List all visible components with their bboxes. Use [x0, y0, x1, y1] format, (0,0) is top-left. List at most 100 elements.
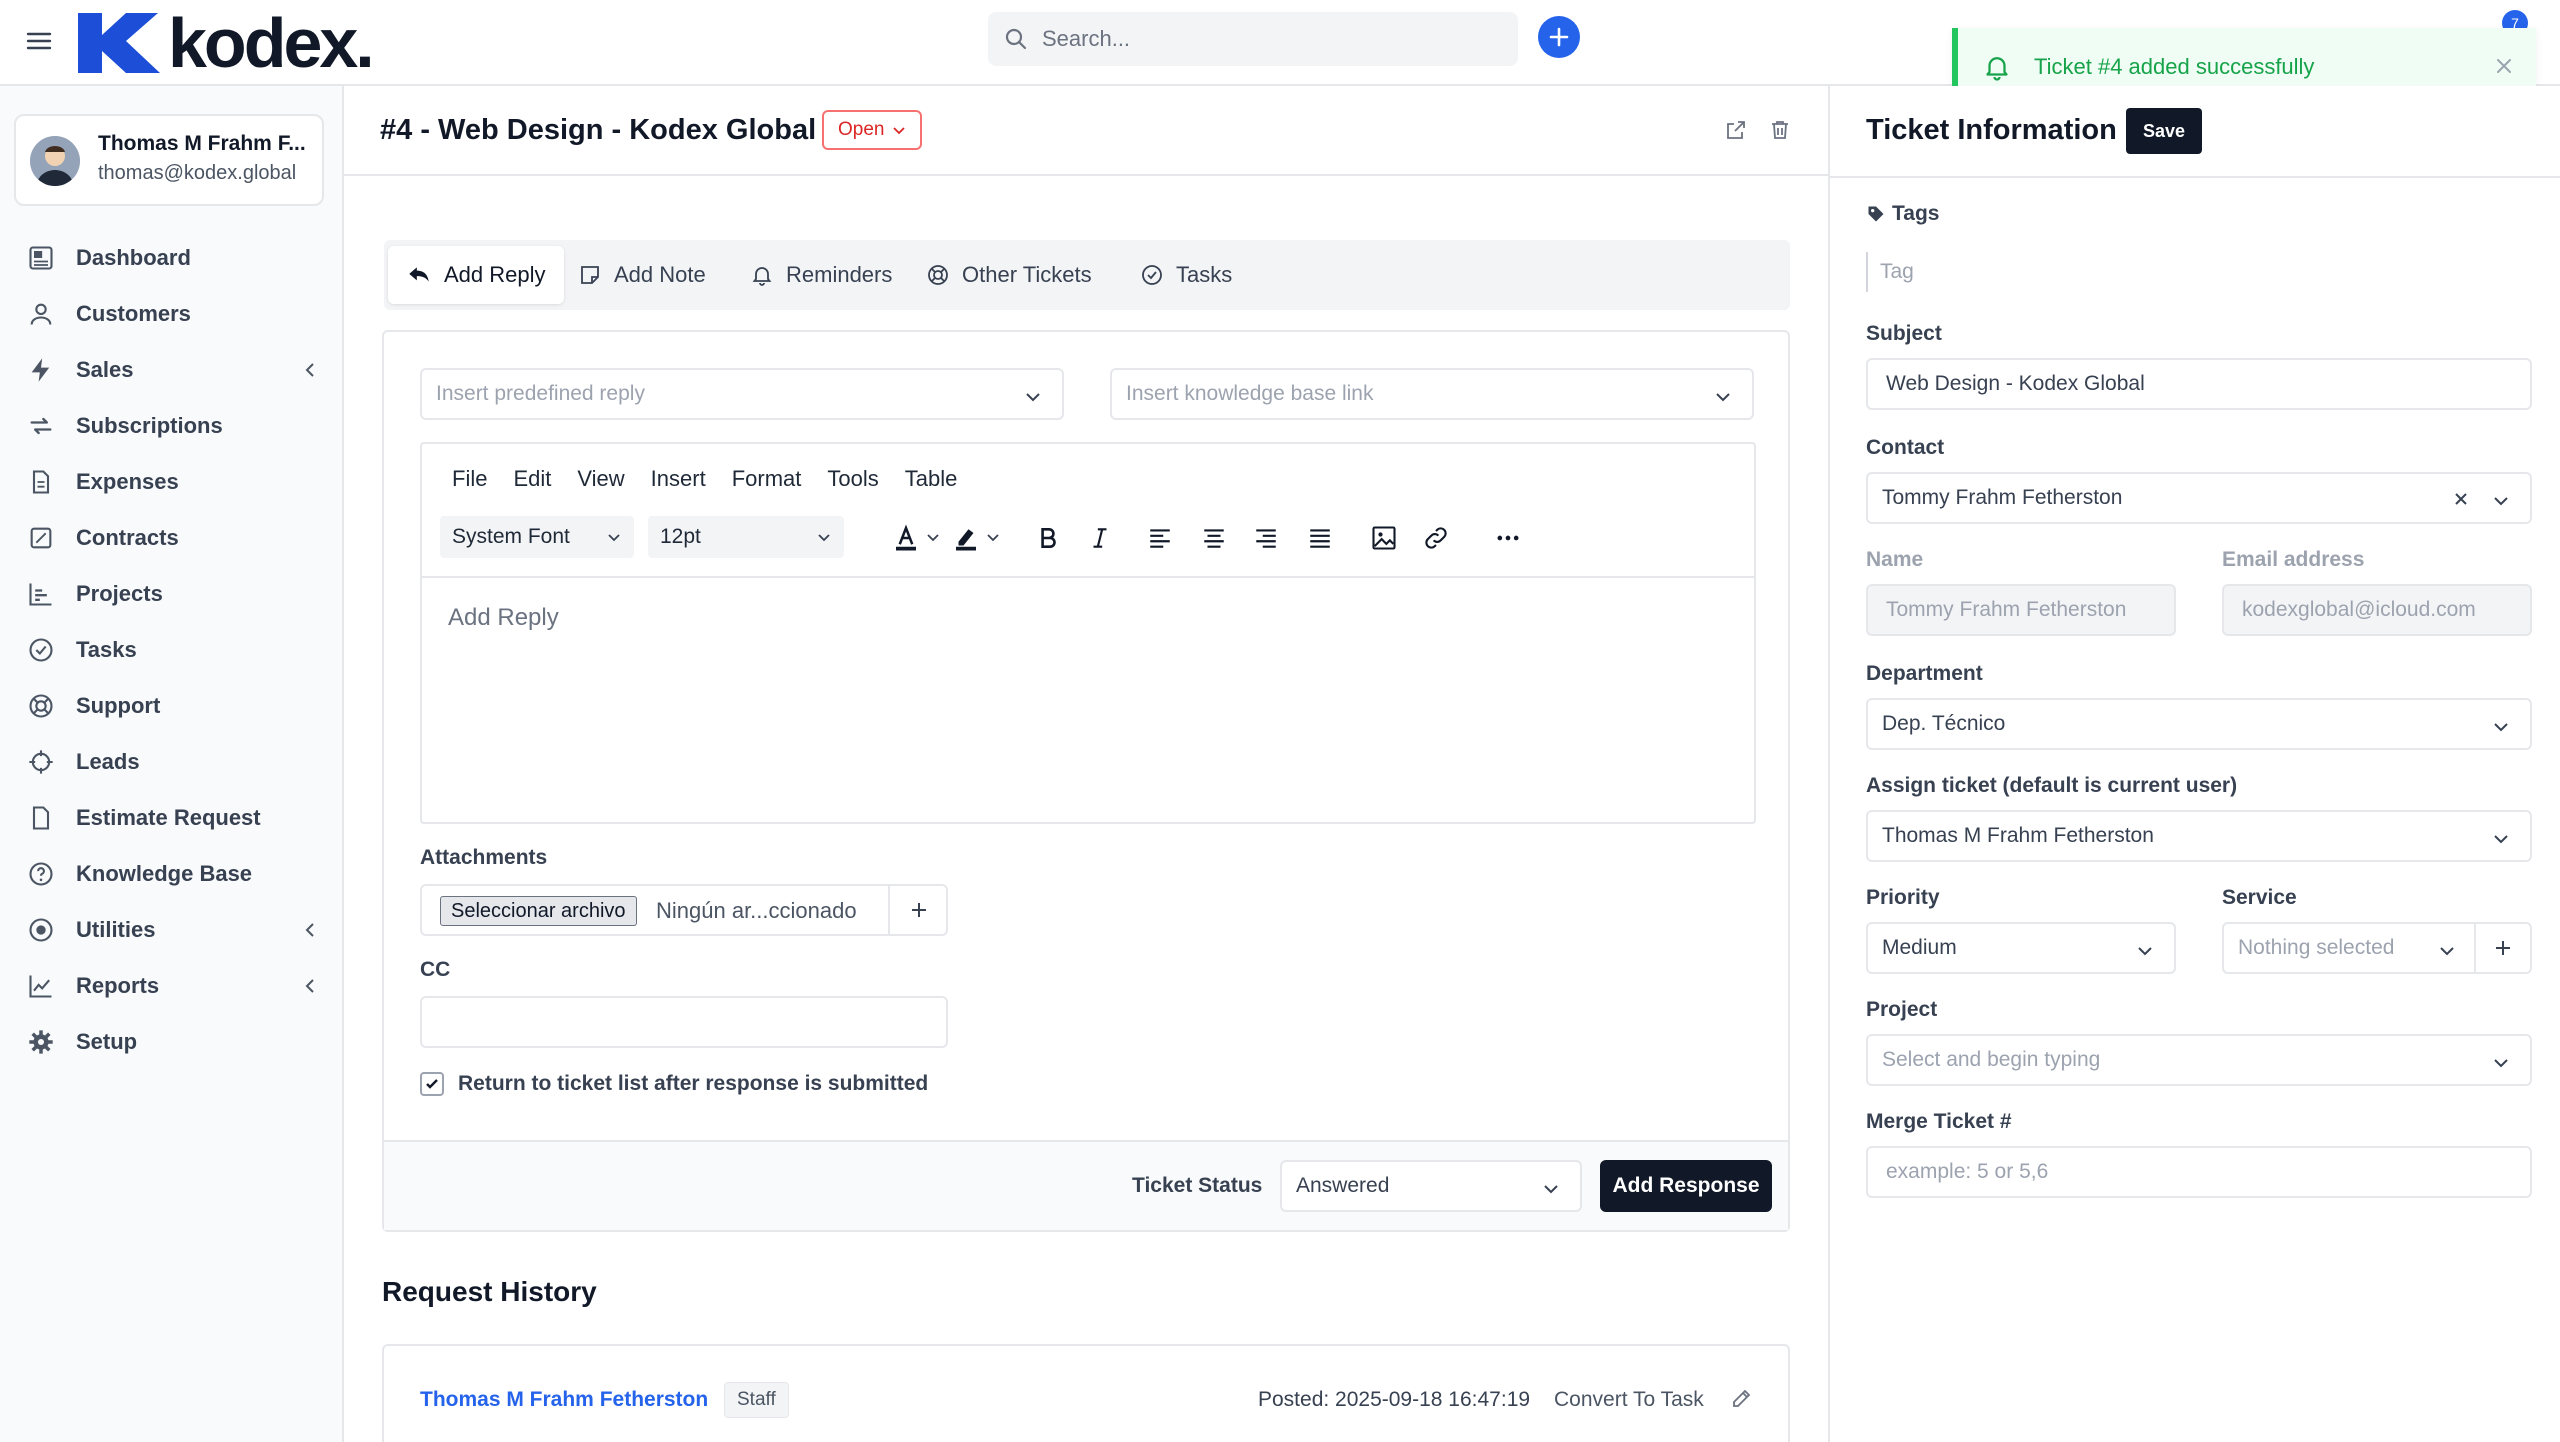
knowledge-base-link-select[interactable]: Insert knowledge base link — [1110, 368, 1754, 420]
add-service-button[interactable] — [2474, 924, 2530, 972]
predefined-reply-select[interactable]: Insert predefined reply — [420, 368, 1064, 420]
note-icon — [581, 266, 599, 284]
email-input: kodexglobal@icloud.com — [2222, 584, 2532, 636]
logo-mark-icon — [78, 13, 160, 73]
quick-create-button[interactable] — [1538, 16, 1580, 58]
return-checkbox[interactable] — [420, 1072, 444, 1096]
project-select[interactable]: Select and begin typing — [1866, 1034, 2532, 1086]
bold-icon[interactable] — [1030, 520, 1066, 556]
sidebar-item-knowledge-base[interactable]: Knowledge Base — [24, 850, 324, 898]
sidebar-item-estimate-request[interactable]: Estimate Request — [24, 794, 324, 842]
subject-input[interactable]: Web Design - Kodex Global — [1866, 358, 2532, 410]
hamburger-menu-icon[interactable] — [24, 26, 54, 56]
menu-format[interactable]: Format — [732, 466, 802, 492]
trash-icon[interactable] — [1768, 118, 1792, 142]
chevron-down-icon[interactable] — [982, 520, 1004, 556]
align-center-icon[interactable] — [1196, 520, 1232, 556]
menu-table[interactable]: Table — [905, 466, 958, 492]
menu-tools[interactable]: Tools — [827, 466, 878, 492]
priority-label: Priority — [1866, 886, 1940, 909]
ticket-status-select[interactable]: Answered — [1280, 1160, 1582, 1212]
tag-input[interactable]: Tag — [1866, 252, 1914, 292]
request-history-title: Request History — [382, 1276, 597, 1307]
font-size-select[interactable]: 12pt — [648, 516, 844, 558]
align-right-icon[interactable] — [1248, 520, 1284, 556]
reply-form: Insert predefined reply Insert knowledge… — [382, 330, 1790, 1232]
insert-image-icon[interactable] — [1366, 520, 1402, 556]
user-profile-card[interactable]: Thomas M Frahm F... thomas@kodex.global — [14, 114, 324, 206]
name-label: Name — [1866, 548, 1924, 571]
tab-add-reply[interactable]: Add Reply — [388, 246, 564, 304]
close-icon[interactable] — [2492, 54, 2516, 78]
document-icon — [24, 465, 58, 499]
menu-view[interactable]: View — [577, 466, 624, 492]
name-input: Tommy Frahm Fetherston — [1866, 584, 2176, 636]
tab-other-tickets[interactable]: Other Tickets — [908, 246, 1110, 304]
chevron-down-icon — [608, 534, 620, 542]
logo[interactable]: kodex. — [78, 4, 375, 82]
italic-icon[interactable] — [1082, 520, 1118, 556]
tab-reminders[interactable]: Reminders — [732, 246, 910, 304]
merge-ticket-input[interactable]: example: 5 or 5,6 — [1866, 1146, 2532, 1198]
add-attachment-button[interactable] — [888, 886, 948, 934]
sidebar-item-projects[interactable]: Projects — [24, 570, 324, 618]
sidebar-item-reports[interactable]: Reports — [24, 962, 324, 1010]
service-value: Nothing selected — [2238, 936, 2395, 959]
tab-tasks[interactable]: Tasks — [1122, 246, 1250, 304]
search-input[interactable]: Search... — [988, 12, 1518, 66]
clear-icon[interactable] — [2452, 490, 2470, 508]
reply-icon — [409, 267, 429, 282]
tags-label-text: Tags — [1892, 202, 1940, 225]
highlight-color-icon[interactable] — [948, 520, 984, 556]
convert-to-task-link[interactable]: Convert To Task — [1554, 1388, 1704, 1412]
department-select[interactable]: Dep. Técnico — [1866, 698, 2532, 750]
return-to-list-option[interactable]: Return to ticket list after response is … — [420, 1072, 928, 1096]
user-icon — [24, 297, 58, 331]
contact-select[interactable]: Tommy Frahm Fetherston — [1866, 472, 2532, 524]
editor-body[interactable]: Add Reply — [448, 604, 559, 632]
service-select[interactable]: Nothing selected — [2222, 922, 2532, 974]
sidebar-item-tasks[interactable]: Tasks — [24, 626, 324, 674]
align-left-icon[interactable] — [1142, 520, 1178, 556]
project-placeholder: Select and begin typing — [1882, 1048, 2101, 1071]
service-label: Service — [2222, 886, 2297, 909]
link-icon[interactable] — [1418, 520, 1454, 556]
save-button[interactable]: Save — [2126, 108, 2202, 154]
font-family-select[interactable]: System Font — [440, 516, 634, 558]
sidebar-item-setup[interactable]: Setup — [24, 1018, 324, 1066]
more-options-icon[interactable] — [1490, 520, 1526, 556]
sidebar-item-customers[interactable]: Customers — [24, 290, 324, 338]
status-badge[interactable]: Open — [822, 110, 923, 150]
chevron-down-icon[interactable] — [922, 520, 944, 556]
tag-icon — [1868, 206, 1884, 222]
choose-file-button[interactable]: Seleccionar archivo — [440, 896, 637, 926]
sidebar-item-subscriptions[interactable]: Subscriptions — [24, 402, 324, 450]
external-link-icon[interactable] — [1724, 118, 1748, 142]
menu-edit[interactable]: Edit — [513, 466, 551, 492]
sidebar-item-leads[interactable]: Leads — [24, 738, 324, 786]
edit-icon[interactable] — [1730, 1386, 1754, 1410]
menu-file[interactable]: File — [452, 466, 487, 492]
sidebar: Thomas M Frahm F... thomas@kodex.global … — [0, 86, 344, 1442]
history-author-link[interactable]: Thomas M Frahm Fetherston — [420, 1388, 708, 1412]
sidebar-item-support[interactable]: Support — [24, 682, 324, 730]
bell-icon — [1986, 57, 2008, 81]
text-color-icon[interactable] — [888, 520, 924, 556]
assign-value: Thomas M Frahm Fetherston — [1882, 824, 2154, 847]
sidebar-item-expenses[interactable]: Expenses — [24, 458, 324, 506]
tab-label: Other Tickets — [962, 262, 1092, 287]
add-response-button[interactable]: Add Response — [1600, 1160, 1772, 1212]
kb-link-placeholder: Insert knowledge base link — [1126, 382, 1374, 405]
assign-select[interactable]: Thomas M Frahm Fetherston — [1866, 810, 2532, 862]
tab-add-note[interactable]: Add Note — [560, 246, 724, 304]
check-circle-icon — [1142, 265, 1162, 285]
menu-insert[interactable]: Insert — [651, 466, 706, 492]
logo-text: kodex. — [168, 4, 375, 82]
align-justify-icon[interactable] — [1302, 520, 1338, 556]
cc-input[interactable] — [420, 996, 948, 1048]
sidebar-item-utilities[interactable]: Utilities — [24, 906, 324, 954]
sidebar-item-sales[interactable]: Sales — [24, 346, 324, 394]
sidebar-item-contracts[interactable]: Contracts — [24, 514, 324, 562]
priority-select[interactable]: Medium — [1866, 922, 2176, 974]
sidebar-item-dashboard[interactable]: Dashboard — [24, 234, 324, 282]
